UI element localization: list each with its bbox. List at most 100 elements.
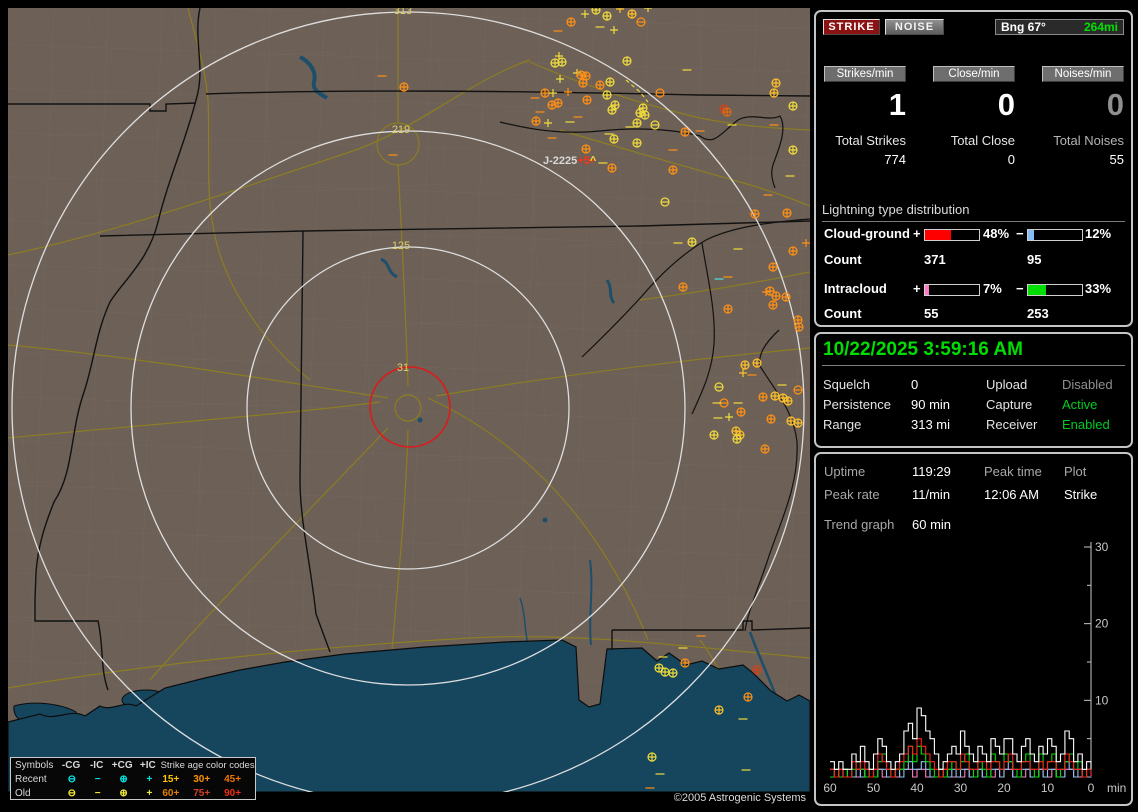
upload-status: Disabled — [1062, 377, 1113, 392]
receiver-status: Enabled — [1062, 417, 1110, 432]
count-label: Count — [824, 252, 862, 267]
plot-value: Strike — [1064, 487, 1098, 502]
total-strikes-label: Total Strikes — [835, 133, 906, 148]
total-noises-value: 55 — [1109, 152, 1124, 167]
nexstorm-window: 313 219 125 31 J-2225+5^ Symbols -CG -IC… — [0, 0, 1138, 812]
range-ring-label: 219 — [392, 124, 410, 136]
plot-label: Plot — [1064, 464, 1087, 479]
datetime-display: 10/22/2025 3:59:16 AM — [823, 339, 1023, 360]
old-ic-plus-icon: + — [146, 788, 153, 799]
track-trend: +5 — [577, 155, 590, 167]
panel-status: 10/22/2025 3:59:16 AM Squelch 0 Upload D… — [814, 332, 1133, 448]
total-strikes-value: 774 — [884, 152, 906, 167]
ic-plus-pct: 7% — [983, 281, 1002, 296]
squelch-value: 0 — [911, 377, 919, 392]
capture-label: Capture — [986, 397, 1033, 412]
recent-cg-plus-icon: ⊕ — [119, 774, 128, 785]
legend-old-row: Old ⊖ − ⊕ + 60+ 75+ 90+ — [15, 788, 242, 799]
range-ring-label: 31 — [397, 362, 409, 374]
ic-minus-count: 253 — [1027, 306, 1049, 321]
map-legend: Symbols -CG -IC +CG +IC Strike age color… — [10, 757, 256, 800]
svg-text:0: 0 — [1088, 781, 1095, 795]
bearing-value: Bng 67° — [1001, 20, 1046, 34]
peak-rate-label: Peak rate — [824, 487, 880, 502]
ic-minus-bar — [1027, 284, 1083, 296]
cg-minus-count: 95 — [1027, 252, 1042, 267]
svg-text:20: 20 — [997, 781, 1011, 795]
cg-plus-count: 371 — [924, 252, 946, 267]
capture-status: Active — [1062, 397, 1098, 412]
range-ring-label: 125 — [392, 240, 410, 252]
close-per-min-value: 0 — [997, 87, 1015, 122]
squelch-label: Squelch — [823, 377, 870, 392]
recent-cg-minus-icon: ⊖ — [67, 774, 76, 785]
old-cg-minus-icon: ⊖ — [67, 788, 76, 799]
ic-plus-count: 55 — [924, 306, 939, 321]
old-cg-plus-icon: ⊕ — [119, 788, 128, 799]
ic-minus-pct: 33% — [1085, 281, 1112, 296]
legend-recent-row: Recent ⊖ − ⊕ + 15+ 30+ 45+ — [15, 774, 242, 785]
ic-plus-bar — [924, 284, 980, 296]
svg-text:min: min — [1107, 781, 1126, 795]
cg-plus-pct: 48% — [983, 226, 1010, 241]
svg-text:10: 10 — [1095, 693, 1109, 707]
recent-ic-minus-icon: − — [94, 774, 101, 785]
legend-header-row: Symbols -CG -IC +CG +IC Strike age color… — [11, 759, 255, 772]
total-noises-label: Total Noises — [1053, 133, 1124, 148]
uptime-label: Uptime — [824, 464, 866, 479]
strikes-per-min-value: 1 — [888, 87, 906, 122]
trend-graph: 10 20 30 60 50 40 30 20 10 0 min — [823, 540, 1126, 795]
strike-button[interactable]: STRIKE — [823, 19, 880, 35]
noises-per-min-badge: Noises/min — [1042, 66, 1124, 82]
svg-text:10: 10 — [1041, 781, 1055, 795]
distance-value: 264mi — [1083, 20, 1118, 34]
svg-text:50: 50 — [867, 781, 881, 795]
noises-per-min-value: 0 — [1106, 87, 1124, 122]
track-dir: ^ — [590, 155, 597, 167]
strikes-per-min-badge: Strikes/min — [824, 66, 906, 82]
minus-sign: − — [1016, 226, 1024, 241]
svg-text:40: 40 — [910, 781, 924, 795]
peak-time-value: 12:06 AM — [984, 487, 1039, 502]
range-ring-label: 313 — [394, 5, 412, 17]
range-label: Range — [823, 417, 862, 432]
distribution-title: Lightning type distribution — [822, 202, 1125, 222]
legend-age-header: Strike age color codes — [160, 760, 255, 771]
svg-text:30: 30 — [1095, 540, 1109, 554]
panel-stats: Uptime 119:29 Peak time Plot Peak rate 1… — [814, 452, 1133, 806]
plus-sign: + — [913, 226, 921, 241]
close-per-min-badge: Close/min — [933, 66, 1015, 82]
total-close-value: 0 — [1007, 152, 1015, 167]
receiver-label: Receiver — [986, 417, 1038, 432]
svg-text:60: 60 — [823, 781, 837, 795]
persistence-value: 90 min — [911, 397, 951, 412]
minus-sign: − — [1016, 281, 1024, 296]
track-id: J-2225 — [543, 155, 577, 167]
range-value: 313 mi — [911, 417, 951, 432]
total-close-label: Total Close — [950, 133, 1015, 148]
svg-text:20: 20 — [1095, 617, 1109, 631]
panel-counters: STRIKE NOISE Bng 67° 264mi Strikes/min C… — [814, 10, 1133, 327]
uptime-value: 119:29 — [912, 464, 951, 479]
svg-text:J-2225+5^: J-2225+5^ — [543, 155, 597, 167]
divider — [822, 365, 1125, 366]
legend-symbols-header: Symbols — [15, 760, 54, 771]
cg-minus-bar — [1027, 229, 1083, 241]
plus-sign: + — [913, 281, 921, 296]
cg-plus-bar — [924, 229, 980, 241]
recent-ic-plus-icon: + — [146, 774, 153, 785]
bearing-display: Bng 67° 264mi — [995, 19, 1124, 35]
old-ic-minus-icon: − — [94, 788, 101, 799]
cg-minus-pct: 12% — [1085, 226, 1112, 241]
persistence-label: Persistence — [823, 397, 891, 412]
upload-label: Upload — [986, 377, 1028, 392]
peak-rate-value: 11/min — [912, 487, 951, 502]
copyright-text: ©2005 Astrogenic Systems — [673, 792, 806, 804]
cloud-ground-label: Cloud-ground — [824, 226, 910, 241]
noise-button[interactable]: NOISE — [885, 19, 944, 35]
count-label: Count — [824, 306, 862, 321]
peak-time-label: Peak time — [984, 464, 1042, 479]
intracloud-label: Intracloud — [824, 281, 887, 296]
lightning-map[interactable]: 313 219 125 31 J-2225+5^ — [0, 0, 810, 800]
svg-text:30: 30 — [954, 781, 968, 795]
